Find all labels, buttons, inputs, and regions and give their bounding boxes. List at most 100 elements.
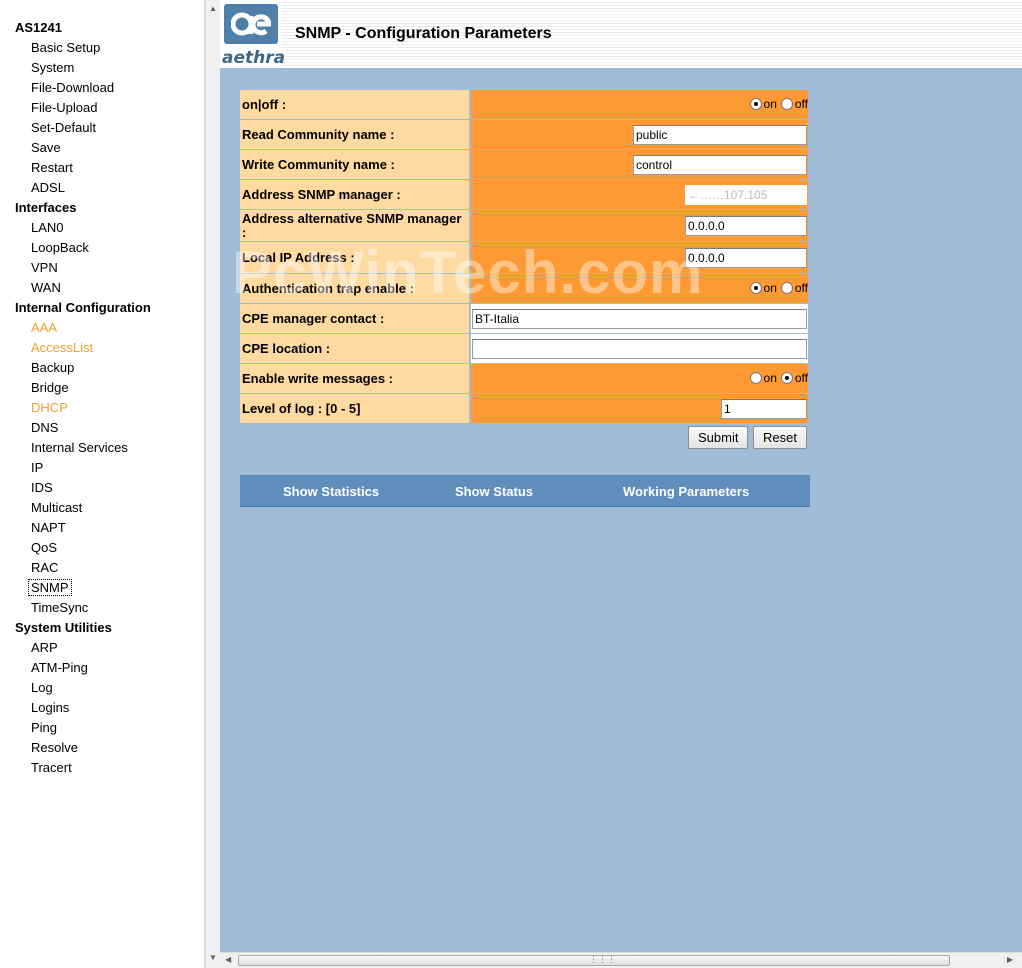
scroll-down-arrow-icon[interactable]: ▼: [209, 953, 217, 962]
nav-vertical-scrollbar[interactable]: ▲ ▼: [205, 0, 220, 968]
nav-item-label: LAN0: [31, 220, 64, 235]
nav-file-download[interactable]: File-Download: [0, 78, 204, 98]
on-off-cell: on off: [471, 90, 808, 119]
nav-accesslist[interactable]: AccessList: [0, 338, 204, 358]
write-messages-radio-group: on off: [746, 371, 808, 385]
auth-trap-radio-off[interactable]: [780, 282, 793, 294]
show-status-link[interactable]: Show Status: [455, 484, 533, 499]
nav-adsl[interactable]: ADSL: [0, 178, 204, 198]
nav-ids[interactable]: IDS: [0, 478, 204, 498]
cpe-location-label: CPE location :: [240, 334, 469, 363]
nav-save[interactable]: Save: [0, 138, 204, 158]
nav-set-default[interactable]: Set-Default: [0, 118, 204, 138]
submit-button[interactable]: Submit: [688, 426, 749, 449]
nav-item-label: System: [31, 60, 75, 75]
local-ip-cell: [471, 242, 808, 273]
nav-log[interactable]: Log: [0, 678, 204, 698]
snmp-manager-cell: [471, 180, 808, 209]
write-community-input[interactable]: [633, 155, 807, 175]
main-horizontal-scrollbar[interactable]: ◀ ⋮⋮⋮ ▶: [220, 952, 1022, 968]
write-messages-radio-on[interactable]: [749, 372, 762, 384]
nav-item-label: Ping: [31, 720, 58, 735]
aethra-logo-mark-icon: [224, 4, 278, 44]
local-ip-input[interactable]: [685, 248, 807, 268]
row-cpe-contact: CPE manager contact :: [240, 304, 808, 333]
show-statistics-link[interactable]: Show Statistics: [283, 484, 379, 499]
nav-aaa[interactable]: AAA: [0, 318, 204, 338]
main-frame: aethra SNMP - Configuration Parameters o…: [220, 0, 1022, 952]
nav-item-label: TimeSync: [31, 600, 89, 615]
nav-resolve[interactable]: Resolve: [0, 738, 204, 758]
page-header: aethra SNMP - Configuration Parameters: [220, 0, 1022, 68]
working-parameters-link[interactable]: Working Parameters: [623, 484, 749, 499]
nav-ping[interactable]: Ping: [0, 718, 204, 738]
radio-off-label: off: [794, 281, 808, 295]
write-community-cell: [471, 150, 808, 179]
nav-rac[interactable]: RAC: [0, 558, 204, 578]
nav-timesync[interactable]: TimeSync: [0, 598, 204, 618]
row-auth-trap: Authentication trap enable : on off: [240, 274, 808, 303]
nav-item-label: Tracert: [31, 760, 72, 775]
row-write-community: Write Community name :: [240, 150, 808, 179]
nav-group-label: Interfaces: [15, 200, 77, 215]
nav-basic-setup[interactable]: Basic Setup: [0, 38, 204, 58]
nav-logins[interactable]: Logins: [0, 698, 204, 718]
nav-multicast[interactable]: Multicast: [0, 498, 204, 518]
row-local-ip: Local IP Address :: [240, 242, 808, 273]
scroll-right-arrow-icon[interactable]: ▶: [1007, 955, 1013, 964]
nav-atm-ping[interactable]: ATM-Ping: [0, 658, 204, 678]
write-messages-label: Enable write messages :: [240, 364, 469, 393]
auth-trap-radio-group: on off: [746, 281, 808, 295]
nav-group-internal-configuration: Internal Configuration: [0, 298, 204, 318]
nav-tracert[interactable]: Tracert: [0, 758, 204, 778]
nav-system[interactable]: System: [0, 58, 204, 78]
reset-button[interactable]: Reset: [753, 426, 807, 449]
scrollbar-thumb[interactable]: ⋮⋮⋮: [238, 954, 950, 966]
nav-qos[interactable]: QoS: [0, 538, 204, 558]
radio-off-label: off: [794, 371, 808, 385]
nav-item-label: DHCP: [31, 400, 68, 415]
nav-loopback[interactable]: LoopBack: [0, 238, 204, 258]
on-off-radio-off[interactable]: [780, 98, 793, 110]
page-title: SNMP - Configuration Parameters: [295, 25, 552, 42]
nav-item-label: Save: [31, 140, 61, 155]
nav-vpn[interactable]: VPN: [0, 258, 204, 278]
nav-lan0[interactable]: LAN0: [0, 218, 204, 238]
nav-group-interfaces: Interfaces: [0, 198, 204, 218]
cpe-location-input[interactable]: [472, 339, 807, 359]
nav-item-label: File-Upload: [31, 100, 98, 115]
bottom-link-bar: Show Statistics Show Status Working Para…: [240, 475, 810, 507]
nav-backup[interactable]: Backup: [0, 358, 204, 378]
nav-internal-services[interactable]: Internal Services: [0, 438, 204, 458]
write-messages-radio-off[interactable]: [780, 372, 793, 384]
on-off-radio-group: on off: [746, 97, 808, 111]
nav-file-upload[interactable]: File-Upload: [0, 98, 204, 118]
nav-group-system-utilities: System Utilities: [0, 618, 204, 638]
read-community-input[interactable]: [633, 125, 807, 145]
on-off-radio-on[interactable]: [749, 98, 762, 110]
nav-item-label: NAPT: [31, 520, 66, 535]
nav-snmp[interactable]: SNMP: [0, 578, 204, 598]
write-messages-cell: on off: [471, 364, 808, 393]
log-level-cell: [471, 394, 808, 423]
snmp-manager-input[interactable]: [685, 185, 807, 205]
scroll-left-arrow-icon[interactable]: ◀: [225, 955, 231, 964]
auth-trap-radio-on[interactable]: [749, 282, 762, 294]
nav-item-label: IDS: [31, 480, 53, 495]
nav-ip[interactable]: IP: [0, 458, 204, 478]
read-community-label: Read Community name :: [240, 120, 469, 149]
nav-dhcp[interactable]: DHCP: [0, 398, 204, 418]
nav-bridge[interactable]: Bridge: [0, 378, 204, 398]
alt-snmp-manager-input[interactable]: [685, 216, 807, 236]
row-log-level: Level of log : [0 - 5]: [240, 394, 808, 423]
navigation-frame: AS1241 Basic Setup System File-Download …: [0, 0, 205, 968]
cpe-contact-input[interactable]: [472, 309, 807, 329]
nav-dns[interactable]: DNS: [0, 418, 204, 438]
log-level-input[interactable]: [721, 399, 807, 419]
scroll-up-arrow-icon[interactable]: ▲: [209, 4, 217, 13]
nav-wan[interactable]: WAN: [0, 278, 204, 298]
row-read-community: Read Community name :: [240, 120, 808, 149]
nav-restart[interactable]: Restart: [0, 158, 204, 178]
nav-arp[interactable]: ARP: [0, 638, 204, 658]
nav-napt[interactable]: NAPT: [0, 518, 204, 538]
